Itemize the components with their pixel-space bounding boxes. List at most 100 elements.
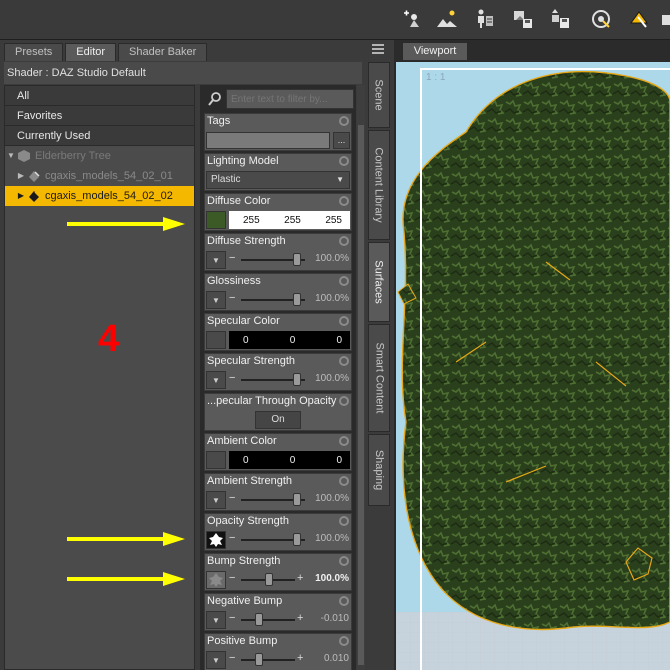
tab-content-library[interactable]: Content Library [368, 130, 390, 240]
specular-color-field[interactable]: 0 0 0 [229, 331, 350, 349]
scrollbar-thumb[interactable] [358, 125, 364, 665]
tree-node-cgaxis-01[interactable]: ▶ cgaxis_models_54_02_01 [15, 166, 173, 186]
tab-scene[interactable]: Scene [368, 62, 390, 128]
pane-menu-icon[interactable] [368, 40, 388, 58]
decrement-icon[interactable]: − [229, 532, 235, 544]
tab-viewport[interactable]: Viewport [402, 42, 468, 60]
slider-track[interactable] [241, 619, 295, 621]
gear-icon[interactable] [339, 596, 349, 606]
tab-editor[interactable]: Editor [65, 43, 117, 61]
add-environment-icon[interactable] [434, 6, 460, 32]
decrement-icon[interactable]: − [229, 572, 235, 584]
node-select-icon[interactable] [588, 6, 614, 32]
gear-icon[interactable] [339, 356, 349, 366]
increment-icon[interactable]: + [297, 612, 303, 624]
decrement-icon[interactable]: − [229, 492, 235, 504]
lighting-model-select[interactable]: Plastic ▼ [206, 171, 350, 189]
decrement-icon[interactable]: − [229, 372, 235, 384]
annotation-arrow-icon [67, 572, 185, 586]
slider-handle[interactable] [293, 293, 301, 306]
tree-node-elderberry-tree[interactable]: ▼ Elderberry Tree [5, 146, 111, 166]
tab-shader-baker[interactable]: Shader Baker [118, 43, 208, 61]
slider-value[interactable]: 100.0% [315, 573, 349, 584]
slider-handle[interactable] [293, 253, 301, 266]
map-dropdown[interactable]: ▼ [206, 611, 226, 629]
category-favorites[interactable]: Favorites [5, 106, 194, 126]
gear-icon[interactable] [339, 516, 349, 526]
map-dropdown[interactable]: ▼ [206, 251, 226, 269]
diffuse-texture-thumbnail[interactable] [206, 211, 226, 229]
surface-selection-icon[interactable] [626, 6, 652, 32]
bump-map-thumbnail[interactable] [206, 571, 226, 589]
gear-icon[interactable] [339, 476, 349, 486]
expand-arrow-icon[interactable]: ▼ [5, 146, 17, 166]
slider-handle[interactable] [265, 573, 273, 586]
viewport-canvas[interactable]: 1 : 1 [396, 62, 670, 670]
gear-icon[interactable] [339, 276, 349, 286]
tab-shaping[interactable]: Shaping [368, 434, 390, 506]
slider-handle[interactable] [293, 533, 301, 546]
green-value: 0 [289, 334, 296, 346]
gear-icon[interactable] [339, 636, 349, 646]
category-currently-used[interactable]: Currently Used [5, 126, 194, 146]
decrement-icon[interactable]: − [229, 252, 235, 264]
slider-handle[interactable] [293, 493, 301, 506]
tab-surfaces[interactable]: Surfaces [368, 242, 390, 322]
slider-value[interactable]: 0.010 [324, 653, 349, 664]
map-dropdown[interactable]: ▼ [206, 651, 226, 669]
tags-field[interactable] [206, 132, 330, 149]
tags-browse-button[interactable]: ... [333, 132, 350, 149]
increment-icon[interactable]: + [297, 572, 303, 584]
collapse-arrow-icon[interactable]: ▶ [15, 166, 27, 186]
gear-icon[interactable] [339, 556, 349, 566]
increment-icon[interactable]: + [297, 652, 303, 664]
add-figure-icon[interactable] [400, 6, 426, 32]
gear-icon[interactable] [339, 196, 349, 206]
opacity-map-thumbnail[interactable] [206, 531, 226, 549]
slider-handle[interactable] [293, 373, 301, 386]
gear-icon[interactable] [339, 116, 349, 126]
tab-presets[interactable]: Presets [4, 43, 64, 61]
diffuse-color-field[interactable]: 255 255 255 [229, 211, 350, 229]
figure-save-icon[interactable] [510, 6, 536, 32]
tab-smart-content[interactable]: Smart Content [368, 324, 390, 432]
slider-handle[interactable] [255, 613, 263, 626]
specular-through-opacity-toggle[interactable]: On [255, 411, 301, 429]
prop-glossiness: Glossiness ▼ − 100.0% [204, 273, 352, 311]
category-all[interactable]: All [5, 86, 194, 106]
map-dropdown[interactable]: ▼ [206, 371, 226, 389]
annotation-arrow-icon [67, 217, 185, 231]
gear-icon[interactable] [339, 316, 349, 326]
decrement-icon[interactable]: − [229, 612, 235, 624]
map-dropdown[interactable]: ▼ [206, 291, 226, 309]
more-tools-icon[interactable] [660, 6, 670, 32]
ambient-texture-thumbnail[interactable] [206, 451, 226, 469]
slider-value[interactable]: 100.0% [315, 373, 349, 384]
specular-texture-thumbnail[interactable] [206, 331, 226, 349]
ambient-color-field[interactable]: 0 0 0 [229, 451, 350, 469]
tab-label: Shaping [373, 449, 385, 491]
decrement-icon[interactable]: − [229, 292, 235, 304]
collapse-arrow-icon[interactable]: ▶ [15, 186, 27, 206]
slider-value[interactable]: 100.0% [315, 533, 349, 544]
filter-input[interactable] [226, 89, 354, 109]
slider-handle[interactable] [255, 653, 263, 666]
gear-icon[interactable] [339, 156, 349, 166]
slider-value[interactable]: 100.0% [315, 253, 349, 264]
slider-value[interactable]: 100.0% [315, 293, 349, 304]
slider-value[interactable]: -0.010 [321, 613, 349, 624]
map-dropdown[interactable]: ▼ [206, 491, 226, 509]
side-tab-bar: Scene Content Library Surfaces Smart Con… [366, 40, 394, 670]
scene-save-icon[interactable] [547, 6, 573, 32]
gear-icon[interactable] [339, 236, 349, 246]
property-scrollbar[interactable] [357, 85, 365, 670]
tree-node-cgaxis-02[interactable]: ▶ cgaxis_models_54_02_02 [5, 186, 194, 206]
decrement-icon[interactable]: − [229, 652, 235, 664]
slider-value[interactable]: 100.0% [315, 493, 349, 504]
gear-icon[interactable] [339, 396, 349, 406]
slider-track[interactable] [241, 659, 295, 661]
gear-icon[interactable] [339, 436, 349, 446]
figure-setup-icon[interactable] [472, 6, 498, 32]
prop-label: Specular Color [207, 315, 280, 327]
annotation-arrow-icon [67, 532, 185, 546]
